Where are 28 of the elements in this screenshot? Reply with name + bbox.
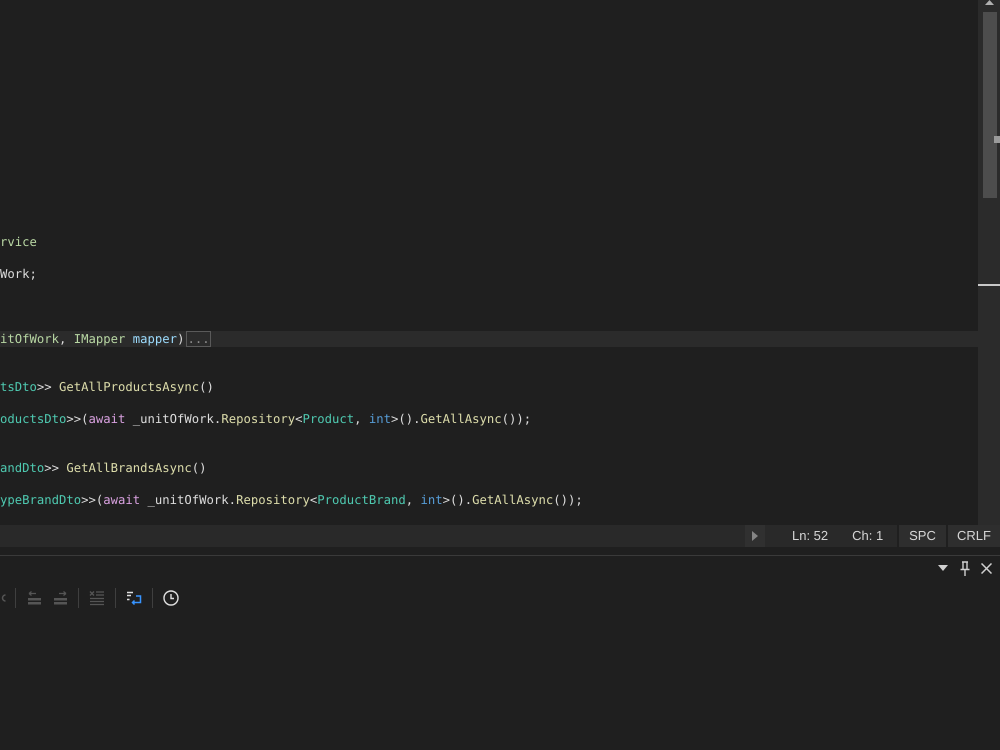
code-line: rvice <box>0 234 37 250</box>
up-arrow-icon[interactable] <box>985 0 994 5</box>
line-number-indicator[interactable]: Ln: 52 <box>792 526 828 546</box>
code-line: Work; <box>0 266 37 282</box>
left-arrow-lines-icon <box>26 591 42 605</box>
pin-icon <box>960 560 970 576</box>
arc-icon <box>0 594 6 602</box>
indentation-button[interactable]: SPC <box>897 525 946 547</box>
code-line: itOfWork, IMapper mapper) <box>0 330 184 347</box>
caret-position-line <box>978 284 1000 286</box>
cross-lines-icon <box>89 590 105 606</box>
right-triangle-icon <box>752 531 758 541</box>
code-line: tsDto>> GetAllProductsAsync() <box>0 379 214 396</box>
marker-icon <box>994 136 1000 143</box>
code-line: andDto>> GetAllBrandsAsync() <box>0 460 207 476</box>
code-line: ypeBrandDto>>(await _unitOfWork.Repository<ProductBrand, int>().GetAllAsync()); <box>0 492 583 508</box>
right-arrow-lines-icon <box>52 591 68 605</box>
code-line: oductsDto>>(await _unitOfWork.Repository<Product, int>().GetAllAsync()); <box>0 411 532 428</box>
clock-icon <box>163 590 179 606</box>
scrollbar-thumb[interactable] <box>983 12 997 198</box>
close-icon <box>980 562 992 574</box>
line-ending-button[interactable]: CRLF <box>946 525 1000 547</box>
scroll-right-button[interactable] <box>745 525 765 547</box>
vertical-scrollbar[interactable] <box>978 0 1000 525</box>
word-wrap-icon <box>126 590 142 606</box>
caret-icon <box>938 565 948 571</box>
fold-button[interactable]: ... <box>186 330 211 347</box>
column-indicator[interactable]: Ch: 1 <box>852 526 884 546</box>
